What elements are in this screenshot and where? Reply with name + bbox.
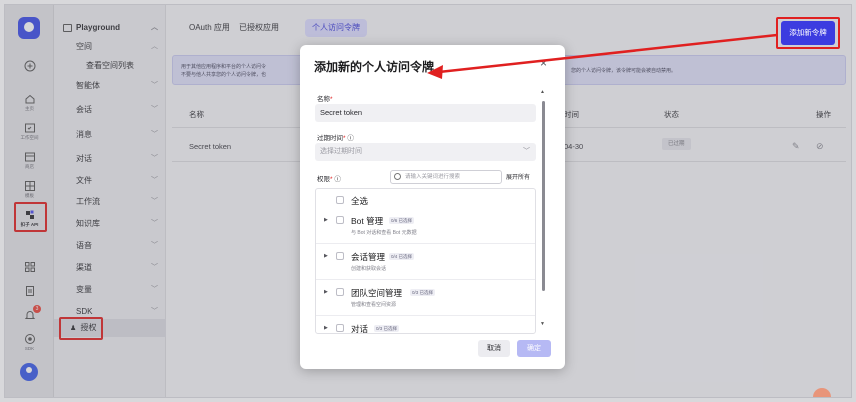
- permission-search-input[interactable]: 请输入关键词进行搜索: [390, 170, 502, 184]
- permission-desc: 管理和查看空间资源: [351, 302, 397, 308]
- permission-checkbox[interactable]: [336, 324, 344, 332]
- select-all-label: 全选: [351, 196, 369, 206]
- scroll-down-icon[interactable]: ▼: [540, 321, 545, 327]
- info-icon: ⓘ: [347, 135, 354, 142]
- permission-list: 全选 ▶ Bot 管理 0/6 已选择 与 Bot 对话和查看 Bot 元数据 …: [315, 188, 536, 334]
- select-all-checkbox[interactable]: [336, 196, 344, 204]
- permission-checkbox[interactable]: [336, 288, 344, 296]
- permission-name: 团队空间管理: [351, 288, 403, 298]
- list-separator: [316, 243, 535, 244]
- permission-desc: 与 Bot 对话和查看 Bot 元数据: [351, 230, 417, 236]
- required-mark: *: [343, 135, 346, 142]
- permission-count-tag: 0/4 已选择: [389, 253, 415, 260]
- expand-all-link[interactable]: 展开所有: [506, 172, 530, 181]
- required-mark: *: [330, 96, 333, 103]
- name-label-text: 名称: [317, 96, 330, 103]
- permission-label: 权限* ⓘ: [317, 173, 341, 183]
- permission-count-tag: 0/6 已选择: [389, 217, 415, 224]
- permission-label-text: 权限: [317, 176, 330, 183]
- required-mark: *: [330, 176, 333, 183]
- permission-name: Bot 管理: [351, 216, 384, 226]
- expiry-label: 过期时间* ⓘ: [317, 132, 354, 142]
- caret-right-icon[interactable]: ▶: [324, 325, 328, 331]
- expiry-placeholder: 选择过期时间: [320, 148, 362, 155]
- highlight-add-button: [776, 17, 840, 49]
- list-separator: [316, 279, 535, 280]
- app-window: 主页 工作空间 商店 模板 扣子 API 3 SDK Playground ︿ …: [4, 4, 852, 398]
- permission-checkbox[interactable]: [336, 216, 344, 224]
- search-icon: [394, 173, 401, 180]
- close-icon[interactable]: ×: [540, 56, 547, 70]
- confirm-button[interactable]: 确定: [517, 340, 551, 357]
- add-token-dialog: 添加新的个人访问令牌 × 名称* Secret token 过期时间* ⓘ 选择…: [300, 45, 565, 369]
- chevron-down-icon: ﹀: [523, 148, 530, 155]
- info-icon: ⓘ: [334, 176, 341, 183]
- permission-name: 会话管理: [351, 252, 386, 262]
- dialog-scrollbar[interactable]: ▲ ▼: [540, 89, 546, 329]
- permission-checkbox[interactable]: [336, 252, 344, 260]
- token-name-input[interactable]: Secret token: [315, 104, 536, 122]
- expiry-select[interactable]: 选择过期时间 ﹀: [315, 143, 536, 161]
- permission-count-tag: 0/3 已选择: [410, 289, 436, 296]
- caret-right-icon[interactable]: ▶: [324, 253, 328, 259]
- permission-name: 对话: [351, 324, 369, 334]
- dialog-title: 添加新的个人访问令牌: [314, 60, 435, 74]
- scroll-up-icon[interactable]: ▲: [540, 89, 545, 95]
- name-label: 名称*: [317, 93, 333, 103]
- permission-desc: 创建和获取会话: [351, 266, 387, 272]
- permission-count-tag: 0/3 已选择: [374, 325, 400, 332]
- search-placeholder: 请输入关键词进行搜索: [405, 174, 461, 180]
- scroll-thumb[interactable]: [542, 101, 545, 291]
- list-separator: [316, 315, 535, 316]
- expiry-label-text: 过期时间: [317, 135, 343, 142]
- caret-right-icon[interactable]: ▶: [324, 217, 328, 223]
- cancel-button[interactable]: 取消: [478, 340, 510, 357]
- caret-right-icon[interactable]: ▶: [324, 289, 328, 295]
